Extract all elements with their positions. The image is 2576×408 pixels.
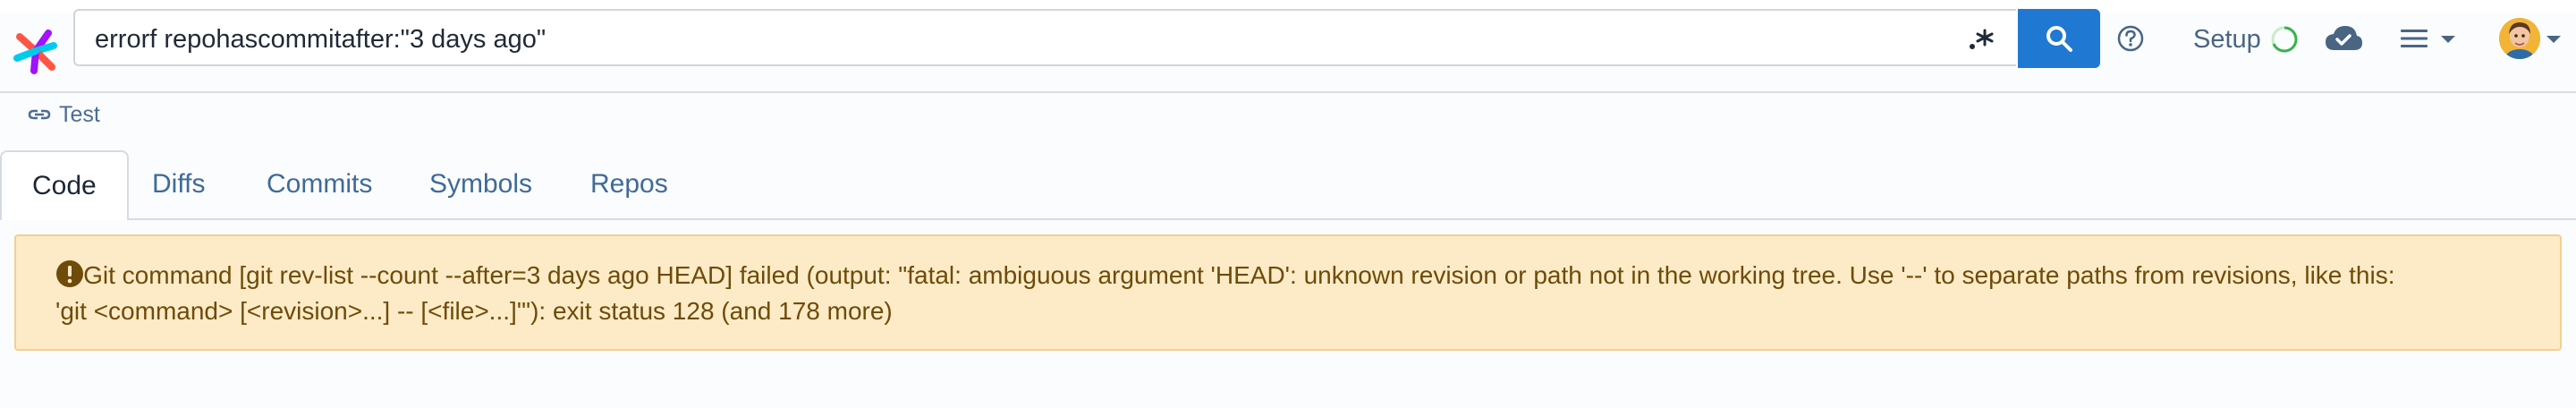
regex-toggle-icon[interactable] — [1968, 25, 1995, 52]
tab-symbols[interactable]: Symbols — [399, 150, 563, 218]
link-icon — [28, 109, 51, 120]
tab-diffs[interactable]: Diffs — [122, 150, 235, 218]
tab-code[interactable]: Code — [0, 150, 129, 220]
alert-icon — [56, 260, 83, 287]
setup-status-icon — [2271, 26, 2298, 53]
error-alert: Git command [git rev-list --count --afte… — [14, 234, 2562, 351]
logo-icon[interactable] — [13, 28, 59, 74]
test-link[interactable]: Test — [59, 102, 100, 128]
avatar-image — [2499, 18, 2540, 59]
avatar[interactable] — [2499, 18, 2540, 59]
help-icon[interactable] — [2116, 24, 2145, 53]
tab-commits[interactable]: Commits — [236, 150, 402, 218]
setup-link[interactable]: Setup — [2193, 25, 2261, 55]
cloud-icon[interactable] — [2324, 23, 2363, 54]
alert-message-line-1: Git command [git rev-list --count --afte… — [55, 258, 2528, 293]
search-query-text[interactable]: errorf repohascommitafter:"3 days ago" — [95, 25, 546, 55]
search-button[interactable] — [2018, 9, 2100, 68]
alert-message-line-2: 'git <command> [<revision>...] -- [<file… — [55, 297, 893, 325]
menu-icon[interactable] — [2399, 27, 2429, 50]
tab-repos[interactable]: Repos — [560, 150, 699, 218]
tab-bar: Code Diffs Commits Symbols Repos — [0, 150, 2576, 220]
breadcrumb — [0, 93, 2576, 138]
chevron-down-icon[interactable] — [2546, 35, 2562, 44]
chevron-down-icon[interactable] — [2440, 35, 2456, 44]
search-icon — [2046, 26, 2072, 52]
alert-message-text-1: Git command [git rev-list --count --afte… — [83, 261, 2395, 289]
